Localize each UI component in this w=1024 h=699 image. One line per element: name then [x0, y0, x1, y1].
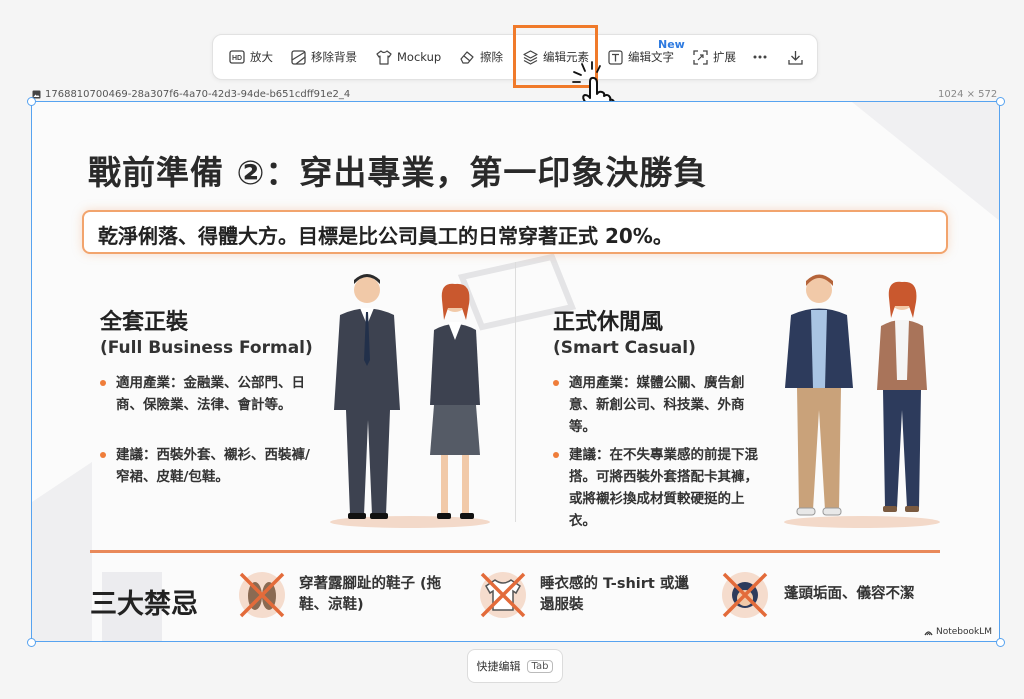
formal-bullet-advice: 建議：西裝外套、襯衫、西裝褲/窄裙、皮鞋/包鞋。 [100, 444, 318, 488]
casual-attire-illustration [784, 274, 940, 528]
casual-subheading: (Smart Casual) [553, 338, 696, 358]
subtitle-box: 乾淨俐落、得體大方。目標是比公司員工的日常穿著正式 20%。 [82, 210, 948, 254]
formal-heading: 全套正裝 [100, 310, 189, 335]
quick-edit-button[interactable]: 快捷编辑 Tab [467, 649, 563, 683]
formal-subheading: (Full Business Formal) [100, 338, 313, 358]
svg-text:HD: HD [232, 55, 242, 62]
section-divider-horizontal [90, 550, 940, 553]
forbidden-item-open-toe: 穿著露腳趾的鞋子 (拖鞋、涼鞋) [299, 576, 442, 613]
edit-text-label: 编辑文字 [628, 50, 674, 64]
notebooklm-brand: NotebookLM [924, 627, 992, 637]
download-icon [788, 50, 803, 65]
messy-hair-forbidden-icon [722, 572, 768, 618]
image-canvas[interactable]: 戰前準備 ②：穿出專業，第一印象決勝負 乾淨俐落、得體大方。目標是比公司員工的日… [31, 101, 1000, 642]
more-button[interactable] [753, 35, 767, 79]
erase-button[interactable]: 擦除 [459, 35, 503, 79]
eraser-icon [460, 51, 474, 64]
slipper-forbidden-icon [239, 572, 285, 618]
new-badge: New [658, 38, 685, 51]
subtitle-text: 乾淨俐落、得體大方。目標是比公司員工的日常穿著正式 20%。 [98, 224, 673, 248]
expand-label: 扩展 [713, 50, 736, 64]
quick-edit-label: 快捷编辑 [476, 660, 521, 673]
remove-bg-icon [291, 49, 306, 65]
section-divider [515, 262, 516, 522]
brand-text: NotebookLM [936, 627, 993, 637]
upscale-label: 放大 [250, 50, 273, 64]
mockup-label: Mockup [397, 50, 442, 64]
expand-button[interactable]: 扩展 [693, 35, 736, 79]
tshirt-forbidden-icon [480, 572, 526, 618]
expand-icon [693, 49, 708, 65]
download-button[interactable] [788, 35, 803, 79]
forbidden-item-grooming: 蓬頭垢面、儀容不潔 [784, 586, 915, 602]
more-icon [753, 55, 767, 59]
erase-label: 擦除 [480, 50, 503, 64]
remove-background-label: 移除背景 [311, 50, 357, 64]
slide-title: 戰前準備 ②：穿出專業，第一印象決勝負 [88, 153, 708, 192]
file-name: 1768810700469-28a307f6-4a70-42d3-94de-b6… [45, 89, 351, 100]
formal-attire-illustration [330, 274, 490, 528]
hd-icon: HD [229, 50, 245, 64]
forbidden-item-tshirt: 睡衣感的 T-shirt 或邋遢服裝 [540, 576, 689, 613]
upscale-button[interactable]: HD 放大 [229, 35, 273, 79]
casual-bullet-industries: 適用產業：媒體公關、廣告創意、新創公司、科技業、外商等。 [553, 372, 771, 438]
mockup-button[interactable]: Mockup [376, 35, 441, 79]
notebooklm-logo-icon [924, 630, 933, 635]
formal-bullet-industries: 適用產業：金融業、公部門、日商、保險業、法律、會計等。 [100, 372, 318, 416]
forbidden-title: 三大禁忌 [90, 589, 198, 620]
tab-shortcut-key: Tab [526, 659, 554, 673]
resize-handle-top-left[interactable] [27, 97, 36, 106]
image-dimensions: 1024 × 572 [938, 89, 998, 100]
resize-handle-bottom-left[interactable] [27, 638, 36, 647]
resize-handle-top-right[interactable] [996, 97, 1005, 106]
casual-heading: 正式休閒風 [553, 310, 664, 335]
file-name-label: 1768810700469-28a307f6-4a70-42d3-94de-b6… [32, 89, 350, 100]
casual-bullet-advice: 建議：在不失專業感的前提下混搭。可將西裝外套搭配卡其褲，或將襯衫換成材質較硬挺的… [553, 444, 771, 532]
remove-background-button[interactable]: 移除背景 [291, 35, 357, 79]
tshirt-icon [376, 49, 392, 65]
resize-handle-bottom-right[interactable] [996, 638, 1005, 647]
